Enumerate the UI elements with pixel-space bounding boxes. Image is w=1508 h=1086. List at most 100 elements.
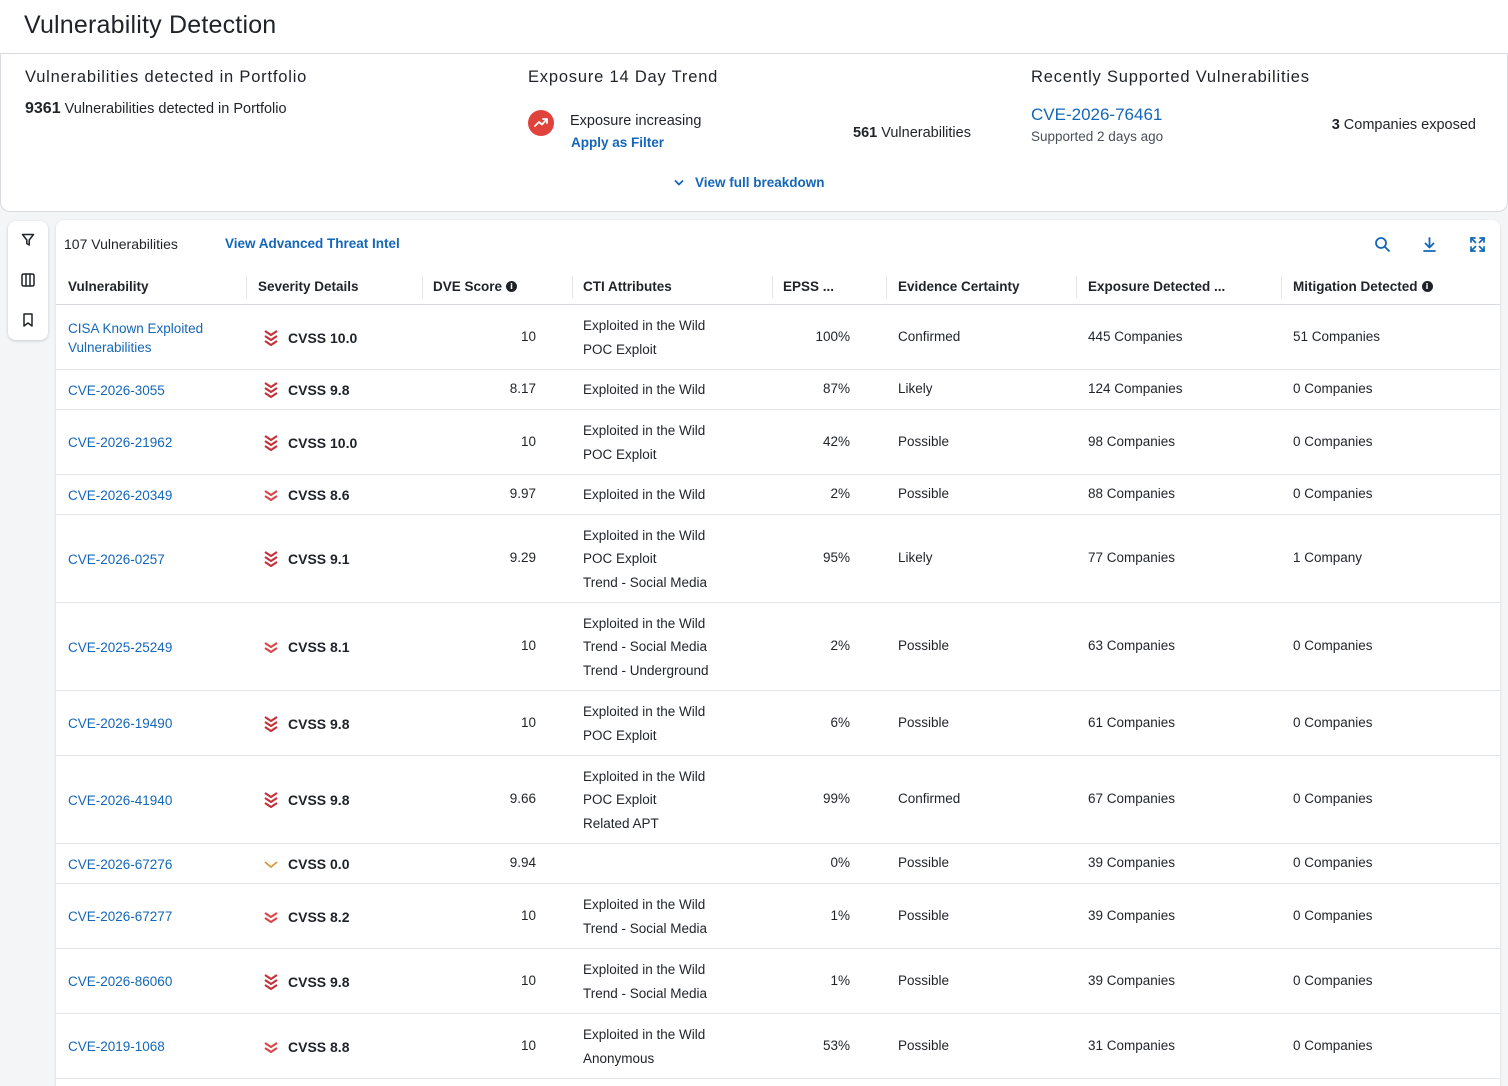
- table-row[interactable]: CVE-2026-86060 CVSS 9.8 10 Exploited in the…: [56, 949, 1500, 1014]
- exposure-detected[interactable]: 88 Companies: [1088, 486, 1175, 501]
- advanced-threat-intel-link[interactable]: View Advanced Threat Intel: [225, 236, 400, 251]
- table-row[interactable]: CVE-2026-67276 CVSS 0.0 9.94 0% Possible 39 C…: [56, 844, 1500, 884]
- column-cti-attributes[interactable]: CTI Attributes: [583, 279, 672, 294]
- recent-cve-link[interactable]: CVE-2026-76461: [1031, 105, 1162, 125]
- vulnerability-link[interactable]: CVE-2026-0257: [68, 550, 238, 569]
- expand-icon[interactable]: [1467, 234, 1487, 254]
- exposure-detected[interactable]: 39 Companies: [1088, 908, 1175, 923]
- column-divider[interactable]: [246, 276, 247, 298]
- summary-card: Vulnerabilities detected in Portfolio 93…: [0, 54, 1508, 212]
- mitigation-detected[interactable]: 0 Companies: [1293, 381, 1373, 396]
- column-divider[interactable]: [1281, 276, 1282, 298]
- exposure-detected[interactable]: 61 Companies: [1088, 715, 1175, 730]
- column-mitigation-detected[interactable]: Mitigation Detected i: [1293, 279, 1433, 294]
- exposure-detected[interactable]: 63 Companies: [1088, 638, 1175, 653]
- portfolio-title: Vulnerabilities detected in Portfolio: [25, 68, 308, 86]
- download-icon[interactable]: [1419, 234, 1439, 254]
- table-row[interactable]: CVE-2026-67277 CVSS 8.2 10 Exploited in the…: [56, 884, 1500, 949]
- cti-attributes: Exploited in the Wild Trend - Social Medi…: [583, 958, 707, 1005]
- mitigation-detected[interactable]: 0 Companies: [1293, 855, 1373, 870]
- exposure-detected[interactable]: 39 Companies: [1088, 973, 1175, 988]
- view-breakdown-button[interactable]: View full breakdown: [673, 175, 825, 190]
- epss-score: 100%: [815, 328, 850, 344]
- vulnerability-link[interactable]: CVE-2026-19490: [68, 714, 238, 733]
- table-row[interactable]: CVE-2019-1068 CVSS 8.8 10 Exploited in the …: [56, 1014, 1500, 1079]
- table-row[interactable]: CVE-2026-20349 CVSS 8.6 9.97 Exploited in t…: [56, 475, 1500, 515]
- cti-attribute: Trend - Social Media: [583, 920, 708, 936]
- dve-score: 8.17: [509, 381, 536, 396]
- search-icon[interactable]: [1372, 234, 1392, 254]
- portfolio-count-label: Vulnerabilities detected in Portfolio: [64, 101, 287, 117]
- side-toolbar: [8, 221, 48, 340]
- column-divider[interactable]: [572, 276, 573, 298]
- column-vulnerability[interactable]: Vulnerability: [68, 279, 149, 294]
- epss-score: 2%: [830, 638, 850, 653]
- apply-filter-link[interactable]: Apply as Filter: [571, 135, 664, 150]
- column-severity[interactable]: Severity Details: [258, 279, 359, 294]
- filter-icon[interactable]: [18, 230, 38, 250]
- table-row[interactable]: CVE-2026-3055 CVSS 9.8 8.17 Exploited in th…: [56, 370, 1500, 410]
- column-divider[interactable]: [422, 276, 423, 298]
- cti-attribute: Exploited in the Wild: [583, 423, 706, 438]
- severity-critical-icon: [263, 381, 279, 399]
- table-row[interactable]: CVE-2026-41940 CVSS 9.8 9.66 Exploited in t…: [56, 756, 1500, 844]
- exposure-detected[interactable]: 39 Companies: [1088, 855, 1175, 870]
- mitigation-detected[interactable]: 1 Company: [1293, 550, 1362, 565]
- vulnerability-link[interactable]: CVE-2026-41940: [68, 791, 238, 810]
- cvss-score: CVSS 9.1: [288, 551, 350, 567]
- exposure-detected[interactable]: 124 Companies: [1088, 381, 1183, 396]
- trend-vuln-count: 561 Vulnerabilities: [853, 125, 971, 141]
- cti-attributes: Exploited in the Wild: [583, 378, 705, 402]
- dve-score: 9.66: [509, 791, 536, 806]
- table-row[interactable]: CVE-2026-19490 CVSS 9.8 10 Exploited in the…: [56, 691, 1500, 756]
- column-dve-score[interactable]: DVE Score i: [433, 279, 518, 294]
- severity-details: CVSS 9.8: [263, 381, 349, 399]
- cti-attribute: Exploited in the Wild: [583, 704, 706, 719]
- vulnerability-link[interactable]: CVE-2026-21962: [68, 433, 238, 452]
- mitigation-detected[interactable]: 0 Companies: [1293, 1038, 1373, 1053]
- exposure-detected[interactable]: 445 Companies: [1088, 329, 1183, 344]
- column-divider[interactable]: [772, 276, 773, 298]
- cti-attributes: Exploited in the Wild POC Exploit Trend - …: [583, 524, 707, 595]
- info-icon[interactable]: i: [1421, 281, 1433, 292]
- mitigation-detected[interactable]: 0 Companies: [1293, 908, 1373, 923]
- dve-score: 9.94: [509, 855, 536, 870]
- mitigation-detected[interactable]: 0 Companies: [1293, 434, 1373, 449]
- column-epss[interactable]: EPSS ...: [783, 279, 834, 294]
- evidence-certainty: Possible: [898, 855, 950, 870]
- exposure-detected[interactable]: 77 Companies: [1088, 550, 1175, 565]
- severity-details: CVSS 8.8: [263, 1038, 349, 1056]
- mitigation-detected[interactable]: 0 Companies: [1293, 791, 1373, 806]
- exposure-detected[interactable]: 31 Companies: [1088, 1038, 1175, 1053]
- bookmark-icon[interactable]: [18, 310, 38, 330]
- column-divider[interactable]: [1076, 276, 1077, 298]
- vulnerability-link[interactable]: CVE-2026-3055: [68, 381, 238, 400]
- vulnerability-link[interactable]: CISA Known Exploited Vulnerabilities: [68, 319, 238, 357]
- table-row[interactable]: CVE-2025-25249 CVSS 8.1 10 Exploited in the…: [56, 603, 1500, 691]
- table-row[interactable]: CVE-2026-21962 CVSS 10.0 10 Exploited in th…: [56, 410, 1500, 475]
- mitigation-detected[interactable]: 0 Companies: [1293, 973, 1373, 988]
- mitigation-detected[interactable]: 0 Companies: [1293, 638, 1373, 653]
- mitigation-detected[interactable]: 0 Companies: [1293, 715, 1373, 730]
- recent-companies-value: 3: [1331, 117, 1340, 133]
- vulnerability-link[interactable]: CVE-2019-1068: [68, 1037, 238, 1056]
- column-evidence-certainty[interactable]: Evidence Certainty: [898, 279, 1020, 294]
- mitigation-detected[interactable]: 0 Companies: [1293, 486, 1373, 501]
- evidence-certainty: Likely: [898, 550, 933, 565]
- vulnerability-link[interactable]: CVE-2026-67276: [68, 855, 238, 874]
- column-exposure-detected[interactable]: Exposure Detected ...: [1088, 279, 1225, 294]
- info-icon[interactable]: i: [506, 281, 518, 292]
- table-row[interactable]: CISA Known Exploited Vulnerabilities CVSS…: [56, 305, 1500, 370]
- mitigation-detected[interactable]: 51 Companies: [1293, 329, 1380, 344]
- column-divider[interactable]: [886, 276, 887, 298]
- columns-icon[interactable]: [18, 270, 38, 290]
- vulnerability-link[interactable]: CVE-2025-25249: [68, 638, 238, 657]
- evidence-certainty: Likely: [898, 381, 933, 396]
- exposure-detected[interactable]: 98 Companies: [1088, 434, 1175, 449]
- epss-score: 53%: [822, 1037, 850, 1053]
- vulnerability-link[interactable]: CVE-2026-20349: [68, 486, 238, 505]
- vulnerability-link[interactable]: CVE-2026-86060: [68, 972, 238, 991]
- exposure-detected[interactable]: 67 Companies: [1088, 791, 1175, 806]
- table-row[interactable]: CVE-2026-0257 CVSS 9.1 9.29 Exploited in th…: [56, 515, 1500, 603]
- vulnerability-link[interactable]: CVE-2026-67277: [68, 907, 238, 926]
